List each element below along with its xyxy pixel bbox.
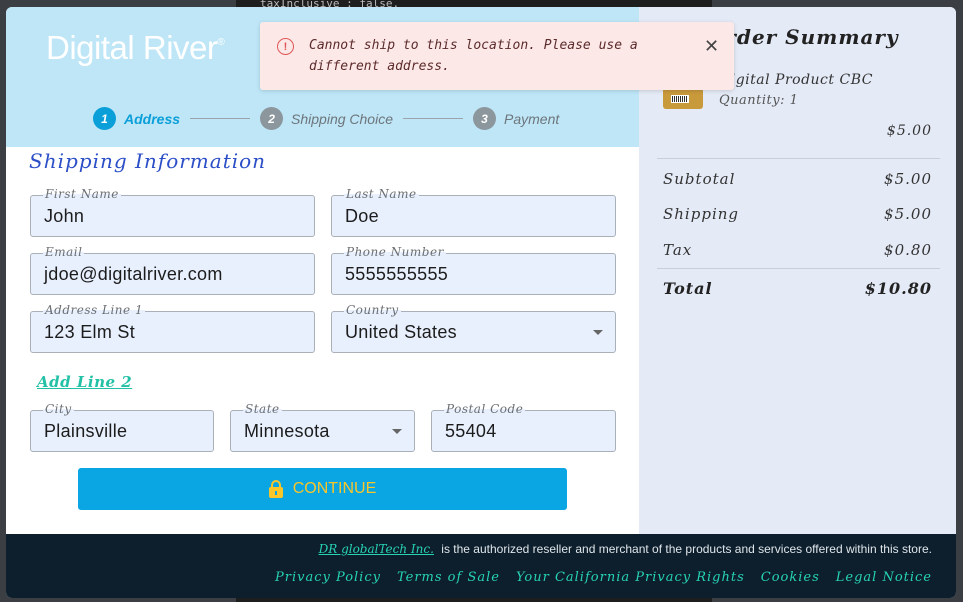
company-link[interactable]: DR globalTech Inc. <box>319 542 434 556</box>
order-summary-title: Order Summary <box>707 25 899 49</box>
first-name-field[interactable]: First Name John <box>30 187 315 237</box>
last-name-label: Last Name <box>344 187 419 201</box>
country-select[interactable]: Country United States <box>331 303 616 353</box>
total-label: Total <box>663 279 713 298</box>
address-line-1-label: Address Line 1 <box>43 303 146 317</box>
total-row: Total $10.80 <box>663 279 932 298</box>
shipping-row: Shipping $5.00 <box>663 205 932 223</box>
step-number: 3 <box>473 107 496 130</box>
address-line-1-value: 123 Elm St <box>44 322 136 342</box>
total-value: $10.80 <box>864 279 932 298</box>
email-value: jdoe@digitalriver.com <box>44 264 223 284</box>
product-quantity: Quantity: 1 <box>719 93 799 108</box>
add-line-2-link[interactable]: Add Line 2 <box>37 373 132 391</box>
checkout-modal: Digital River® 1 Address 2 Shipping Choi… <box>6 7 956 598</box>
close-icon[interactable]: ✕ <box>704 36 719 56</box>
footer: DR globalTech Inc. is the authorized res… <box>6 534 956 598</box>
shipping-information-title: Shipping Information <box>29 149 267 173</box>
phone-number-field[interactable]: Phone Number 5555555555 <box>331 245 616 295</box>
checkout-stepper: 1 Address 2 Shipping Choice 3 Payment <box>93 107 559 130</box>
tax-value: $0.80 <box>884 241 932 259</box>
error-message: Cannot ship to this location. Please use… <box>309 38 638 74</box>
step-number: 1 <box>93 107 116 130</box>
city-field[interactable]: City Plainsville <box>30 402 214 452</box>
continue-button[interactable]: CONTINUE <box>78 468 567 510</box>
state-value: Minnesota <box>244 421 330 441</box>
reseller-statement: DR globalTech Inc. is the authorized res… <box>319 542 932 556</box>
tax-row: Tax $0.80 <box>663 241 932 259</box>
product-name: Digital Product CBC <box>719 72 873 88</box>
product-price: $5.00 <box>886 123 932 139</box>
phone-number-label: Phone Number <box>344 245 446 259</box>
city-label: City <box>43 402 74 416</box>
privacy-policy-link[interactable]: Privacy Policy <box>275 570 381 585</box>
subtotal-value: $5.00 <box>884 170 932 188</box>
error-toast: ! Cannot ship to this location. Please u… <box>260 22 734 90</box>
step-number: 2 <box>260 107 284 130</box>
city-value: Plainsville <box>44 421 128 441</box>
subtotal-row: Subtotal $5.00 <box>663 170 932 188</box>
digital-river-logo: Digital River® <box>46 29 225 67</box>
postal-code-field[interactable]: Postal Code 55404 <box>431 402 616 452</box>
reseller-text: is the authorized reseller and merchant … <box>441 542 932 556</box>
country-label: Country <box>344 303 401 317</box>
shipping-label: Shipping <box>663 205 739 223</box>
postal-code-label: Postal Code <box>444 402 526 416</box>
state-label: State <box>243 402 282 416</box>
continue-label: CONTINUE <box>292 480 377 497</box>
chevron-down-icon <box>593 330 603 335</box>
lock-icon <box>268 480 283 498</box>
last-name-value: Doe <box>345 206 379 226</box>
legal-notice-link[interactable]: Legal Notice <box>836 570 932 585</box>
terms-of-sale-link[interactable]: Terms of Sale <box>397 570 500 585</box>
step-connector <box>403 118 463 119</box>
logo-text: Digital River <box>46 29 218 66</box>
tax-label: Tax <box>663 241 693 259</box>
country-value: United States <box>345 322 457 342</box>
cookies-link[interactable]: Cookies <box>761 570 820 585</box>
email-field[interactable]: Email jdoe@digitalriver.com <box>30 245 315 295</box>
step-label: Address <box>124 110 181 127</box>
last-name-field[interactable]: Last Name Doe <box>331 187 616 237</box>
step-shipping-choice[interactable]: 2 Shipping Choice <box>260 107 393 130</box>
footer-links: Privacy Policy Terms of Sale Your Califo… <box>275 570 932 585</box>
summary-divider <box>657 158 940 159</box>
step-connector <box>190 118 251 119</box>
first-name-label: First Name <box>43 187 121 201</box>
step-label: Payment <box>504 110 560 127</box>
first-name-value: John <box>44 206 85 226</box>
summary-divider <box>657 268 940 269</box>
postal-code-value: 55404 <box>445 421 497 441</box>
alert-circle-icon: ! <box>277 38 294 55</box>
subtotal-label: Subtotal <box>663 170 736 188</box>
shipping-value: $5.00 <box>884 205 932 223</box>
step-payment[interactable]: 3 Payment <box>473 107 559 130</box>
phone-number-value: 5555555555 <box>345 264 449 284</box>
chevron-down-icon <box>392 429 402 434</box>
step-address[interactable]: 1 Address <box>93 107 180 130</box>
california-privacy-link[interactable]: Your California Privacy Rights <box>516 570 745 585</box>
email-label: Email <box>43 245 85 259</box>
logo-trademark: ® <box>217 37 225 48</box>
state-select[interactable]: State Minnesota <box>230 402 415 452</box>
step-label: Shipping Choice <box>291 110 393 127</box>
address-line-1-field[interactable]: Address Line 1 123 Elm St <box>30 303 315 353</box>
